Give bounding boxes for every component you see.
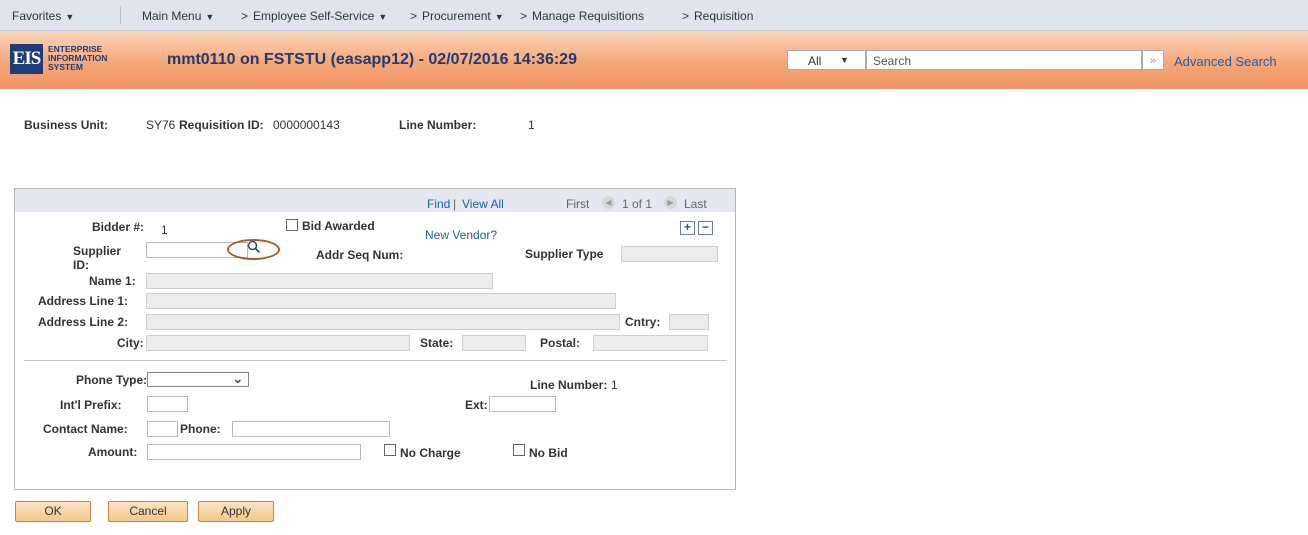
top-nav-bar: Favorites ▼ Main Menu ▼ > Employee Self-Se… [0,0,1308,31]
addr2-label: Address Line 2: [38,315,129,329]
search-go-button[interactable]: » [1142,50,1164,70]
system-title: mmt0110 on FSTSTU (easapp12) - 02/07/201… [167,51,577,68]
phone-type-label: Phone Type: [76,373,148,387]
postal-label: Postal: [540,336,581,350]
chevron-down-icon: ▼ [840,55,849,65]
breadcrumb-sep: > [682,9,690,23]
previous-arrow-icon[interactable]: ◀ [602,196,615,209]
business-unit-label: Business Unit: [24,118,109,132]
chevron-down-icon: ▼ [494,12,504,22]
no-charge-checkbox[interactable] [384,444,396,456]
business-unit-value: SY76 [146,118,176,132]
addr1-label: Address Line 1: [38,294,129,308]
bidder-value: 1 [161,223,168,237]
city-label: City: [117,336,144,350]
bidder-label: Bidder #: [92,220,145,234]
name1-label: Name 1: [89,274,136,288]
addr-seq-label: Addr Seq Num: [316,248,404,262]
breadcrumb-employee-self-service[interactable]: Employee Self-Service ▼ [253,9,387,23]
bid-awarded-label: Bid Awarded [302,219,375,233]
breadcrumb-procurement[interactable]: Procurement ▼ [422,9,504,23]
chevron-down-icon: ▼ [65,12,75,22]
breadcrumb-sep: > [241,9,249,23]
addr2-field [146,314,620,330]
no-charge-label: No Charge [400,446,461,460]
phone-input[interactable] [232,421,390,437]
line-number-value-2: 1 [611,378,618,392]
main-menu[interactable]: Main Menu ▼ [142,9,214,23]
breadcrumb-manage-requisitions[interactable]: Manage Requisitions [532,9,644,23]
section-divider [24,360,727,361]
contact-name-label: Contact Name: [43,422,128,436]
ext-label: Ext: [465,398,488,412]
delete-row-icon[interactable]: − [698,221,713,235]
find-link[interactable]: Find [427,197,450,211]
search-icon[interactable] [247,240,261,257]
favorites-menu[interactable]: Favorites ▼ [12,9,74,23]
last-label: Last [684,197,707,211]
supplier-type-field [621,246,718,262]
intl-prefix-label: Int'l Prefix: [60,398,122,412]
intl-prefix-input[interactable] [147,396,188,412]
search-input[interactable]: Search [866,50,1142,70]
supplier-id-label: Supplier [73,244,122,258]
state-label: State: [420,336,454,350]
row-count: 1 of 1 [622,197,653,211]
search-scope-select[interactable]: All ▼ [787,50,866,70]
advanced-search-link[interactable]: Advanced Search [1174,54,1277,69]
requisition-id-label: Requisition ID: [179,118,264,132]
add-row-icon[interactable]: + [680,221,695,235]
amount-input[interactable] [147,444,361,460]
postal-field [593,335,708,351]
amount-label: Amount: [88,445,138,459]
cancel-button[interactable]: Cancel [108,501,188,522]
view-all-link[interactable]: View All [462,197,504,211]
addr1-field [146,293,616,309]
chevron-down-icon: ▼ [205,12,215,22]
logo-text: ENTERPRISE INFORMATION SYSTEM [48,44,108,72]
contact-name-input[interactable] [147,421,178,437]
city-field [146,335,410,351]
supplier-id-label-2: ID: [73,258,89,272]
grid-separator: | [453,197,457,211]
no-bid-label: No Bid [529,446,568,460]
apply-button[interactable]: Apply [198,501,274,522]
name1-field [146,273,493,289]
breadcrumb-sep: > [410,9,418,23]
state-field [462,335,526,351]
chevron-down-icon: ⌄ [232,370,244,386]
ext-input[interactable] [489,396,556,412]
cntry-label: Cntry: [625,315,661,329]
supplier-type-label: Supplier Type [525,247,604,261]
breadcrumb-sep: > [520,9,528,23]
no-bid-checkbox[interactable] [513,444,525,456]
first-label: First [566,197,590,211]
nav-divider [120,6,121,24]
bid-awarded-checkbox[interactable] [286,219,298,231]
requisition-id-value: 0000000143 [273,118,340,132]
phone-label: Phone: [180,422,221,436]
new-vendor-link[interactable]: New Vendor? [425,228,497,242]
ok-button[interactable]: OK [15,501,91,522]
phone-type-select[interactable]: ⌄ [147,370,249,387]
line-number-value: 1 [528,118,535,132]
eis-logo: EIS [10,44,43,74]
line-number-label-2: Line Number: [530,378,608,392]
next-arrow-icon[interactable]: ▶ [664,196,677,209]
cntry-field [669,314,709,330]
line-number-label: Line Number: [399,118,477,132]
breadcrumb-requisition[interactable]: Requisition [694,9,753,23]
chevron-down-icon: ▼ [378,12,388,22]
